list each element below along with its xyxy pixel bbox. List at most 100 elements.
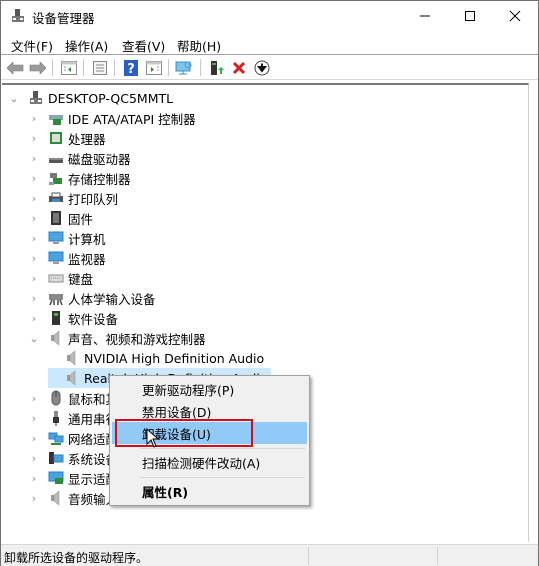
toolbar: ? [1,55,538,80]
tree-item-label: 存储控制器 [68,171,131,187]
menu-item-label: 禁用设备(D) [142,404,212,420]
update-driver-icon [211,60,224,75]
menu-action[interactable]: 操作(A) [65,36,108,55]
uninstall-button[interactable] [229,58,249,77]
chevron-right-icon[interactable]: › [28,472,40,485]
tree-category[interactable]: › 监视器 [28,248,106,268]
toolbar-separator [52,59,53,76]
status-bar: 卸载所选设备的驱动程序。 [1,544,538,566]
chevron-right-icon[interactable]: › [28,252,40,265]
window-title: 设备管理器 [32,11,95,26]
tree-category[interactable]: › 软件设备 [28,308,118,328]
chevron-right-icon[interactable]: › [28,152,40,165]
tree-category[interactable]: › 打印队列 [28,188,118,208]
maximize-icon [465,11,475,21]
chevron-down-icon[interactable]: ⌄ [28,332,40,345]
close-button[interactable] [492,1,538,31]
tree-item-label: IDE ATA/ATAPI 控制器 [68,111,196,127]
help-icon: ? [124,59,138,76]
menu-bar: 文件(F) 操作(A) 查看(V) 帮助(H) [1,32,538,55]
menu-item-scan-hardware[interactable]: 扫描检测硬件改动(A) [112,451,307,473]
tree-category[interactable]: › 人体学输入设备 [28,288,156,308]
help-button[interactable]: ? [121,58,141,77]
action-pane-icon [146,60,162,75]
tree-item-label: 键盘 [68,271,94,287]
menu-separator [140,477,305,478]
chevron-right-icon[interactable]: › [28,392,40,405]
chevron-right-icon[interactable]: › [28,292,40,305]
tree-item-label: 软件设备 [68,311,119,327]
action-pane-button[interactable] [144,58,164,77]
tree-device[interactable]: NVIDIA High Definition Audio [48,348,268,368]
chevron-right-icon[interactable]: › [28,272,40,285]
chevron-right-icon[interactable]: › [28,412,40,425]
chevron-right-icon[interactable]: › [28,312,40,325]
disable-icon [254,60,270,75]
printer-icon [49,192,63,202]
chevron-right-icon[interactable]: › [28,492,40,505]
speaker-icon [67,370,76,386]
tree-category[interactable]: › 存储控制器 [28,168,131,188]
tree-root[interactable]: ⌄ DESKTOP-QC5MMTL [8,88,173,108]
properties-icon [93,60,107,75]
tree-item-label: 监视器 [68,251,106,267]
speaker-icon [67,350,76,366]
menu-item-properties[interactable]: 属性(R) [112,480,307,502]
chevron-right-icon[interactable]: › [28,172,40,185]
tree-category[interactable]: › 系统设备 [28,448,118,468]
device-manager-app-icon [12,9,24,22]
firmware-icon [51,211,61,225]
minimize-button[interactable] [402,1,448,31]
tree-item-label: 打印队列 [68,191,119,207]
show-hide-console-tree-button[interactable] [59,58,79,77]
chevron-right-icon[interactable]: › [28,452,40,465]
mouse-icon [51,390,61,406]
processor-icon [50,132,62,144]
toolbar-separator [168,59,169,76]
chevron-right-icon[interactable]: › [28,432,40,445]
monitor-icon [48,251,64,264]
chevron-down-icon[interactable]: ⌄ [8,92,20,105]
menu-item-update-driver[interactable]: 更新驱动程序(P) [112,378,307,400]
chevron-right-icon[interactable]: › [28,112,40,125]
back-arrow-icon [6,60,24,75]
back-button[interactable] [5,58,25,77]
computer-root-icon [30,91,42,104]
properties-button[interactable] [90,58,110,77]
tree-category[interactable]: › 磁盘驱动器 [28,148,131,168]
scan-hardware-button[interactable] [175,58,195,77]
chevron-right-icon[interactable]: › [28,212,40,225]
keyboard-icon [48,274,64,283]
hid-icon [49,294,63,306]
tree-item-label: NVIDIA High Definition Audio [84,350,265,366]
maximize-button[interactable] [447,1,493,31]
forward-arrow-icon [29,60,47,75]
disable-button[interactable] [252,58,272,77]
software-device-icon [52,311,60,325]
tree-item-label: DESKTOP-QC5MMTL [48,90,174,106]
title-bar: 设备管理器 [1,1,538,31]
speaker-icon [51,330,60,346]
chevron-right-icon[interactable]: › [28,192,40,205]
tree-category[interactable]: › 固件 [28,208,93,228]
tree-item-label: 计算机 [68,231,106,247]
tree-category[interactable]: › 计算机 [28,228,106,248]
ide-controller-icon [49,115,63,125]
svg-text:?: ? [127,62,135,76]
forward-button[interactable] [28,58,48,77]
storage-controller-icon [49,173,62,185]
tree-category[interactable]: › 键盘 [28,268,93,288]
menu-file[interactable]: 文件(F) [11,36,53,55]
disk-drive-icon [49,158,63,163]
chevron-right-icon[interactable]: › [28,132,40,145]
status-divider [308,547,309,565]
tree-category[interactable]: ⌄ 声音、视频和游戏控制器 [28,328,206,348]
chevron-right-icon[interactable]: › [28,232,40,245]
menu-view[interactable]: 查看(V) [122,36,165,55]
tree-category[interactable]: › 处理器 [28,128,106,148]
status-divider [437,547,438,565]
update-driver-button[interactable] [206,58,226,77]
menu-help[interactable]: 帮助(H) [177,36,221,55]
tree-category[interactable]: › IDE ATA/ATAPI 控制器 [28,108,196,128]
menu-item-label: 属性(R) [142,484,189,500]
